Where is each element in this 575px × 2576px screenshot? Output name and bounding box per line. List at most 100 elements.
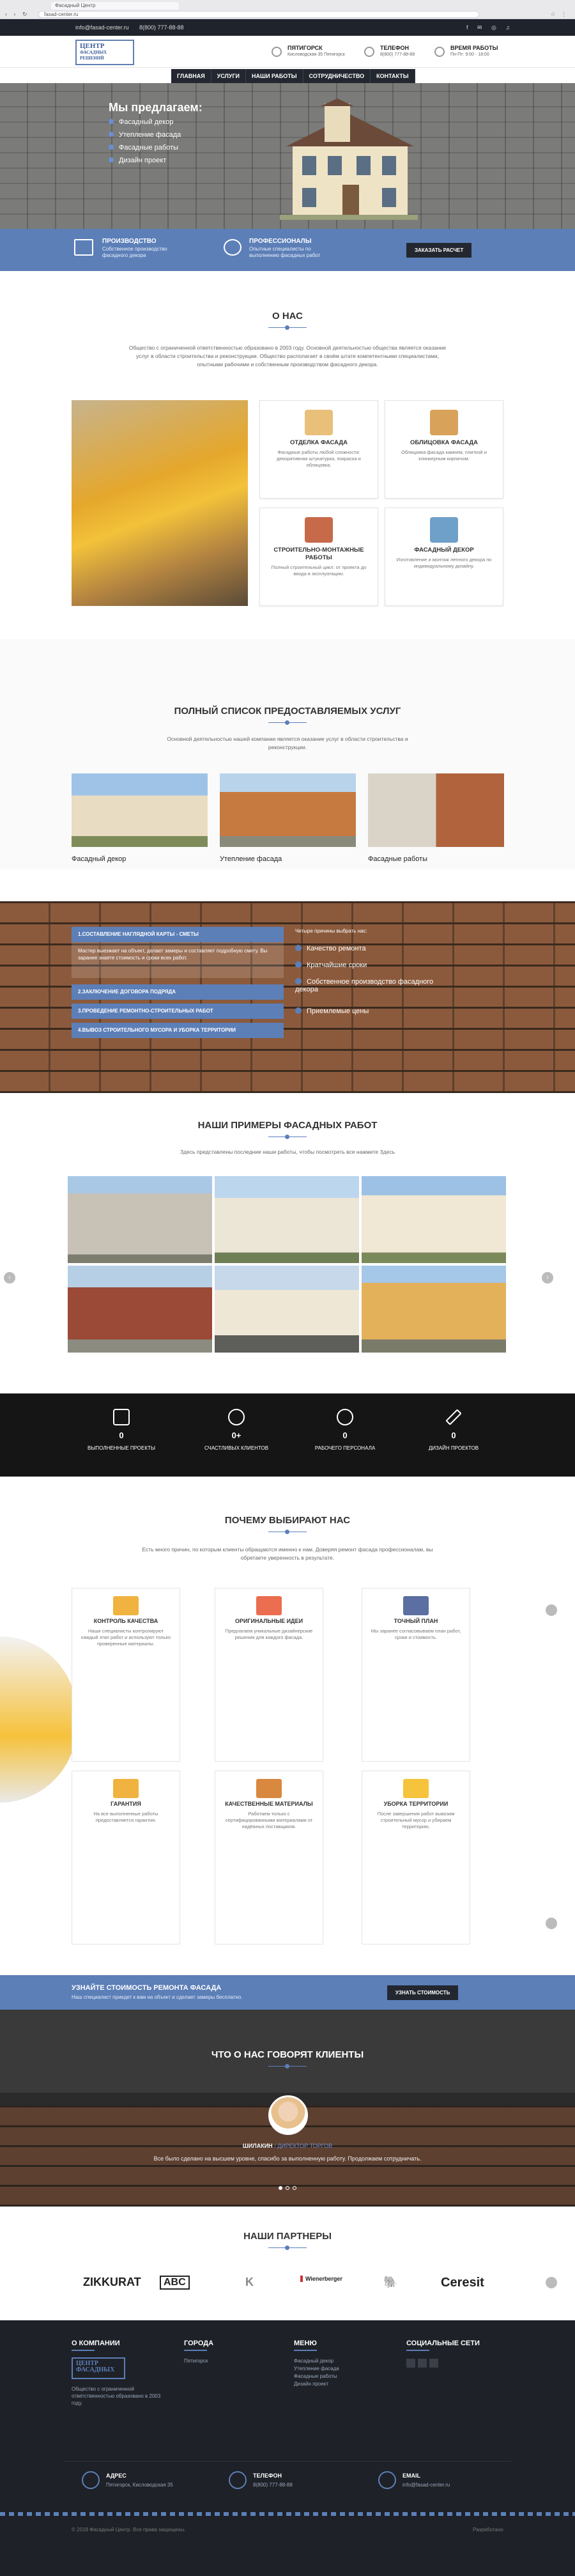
- gallery-image[interactable]: [215, 1266, 359, 1353]
- partner-logo-zikkurat[interactable]: ZIKKURAT: [83, 2276, 141, 2289]
- card-desc: Облицовка фасада камнем, плиткой и клинк…: [401, 449, 487, 462]
- topbar-phone[interactable]: 8(800) 777-88-88: [139, 24, 184, 31]
- gallery-image[interactable]: [68, 1176, 212, 1263]
- footer-menu-link[interactable]: Фасадный декор: [294, 2357, 334, 2364]
- accordion-step-4[interactable]: 4.ВЫВОЗ СТРОИТЕЛЬНОГО МУСОРА И УБОРКА ТЕ…: [72, 1023, 284, 1038]
- testimonial-pager[interactable]: [279, 2186, 298, 2191]
- footer-address-heading: АДРЕС: [106, 2472, 126, 2479]
- feature-production-title: ПРОИЗВОДСТВО: [102, 238, 157, 245]
- service-image-facade[interactable]: [368, 773, 504, 847]
- why-card-title: КОНТРОЛЬ КАЧЕСТВА: [93, 1618, 158, 1624]
- cta-title: УЗНАЙТЕ СТОИМОСТЬ РЕМОНТА ФАСАДА: [72, 1984, 222, 1992]
- instagram-icon[interactable]: [429, 2359, 438, 2368]
- browser-menu-icon[interactable]: ☆ ⋮: [550, 11, 569, 18]
- idea-icon: [256, 1596, 282, 1615]
- footer-menu-link[interactable]: Фасадные работы: [294, 2373, 337, 2380]
- accordion-step-3[interactable]: 3.ПРОВЕДЕНИЕ РЕМОНТНО-СТРОИТЕЛЬНЫХ РАБОТ: [72, 1004, 284, 1019]
- warning-sign-icon: [403, 1779, 429, 1798]
- scroll-up-button[interactable]: [546, 1604, 557, 1616]
- feature-professionals-title: ПРОФЕССИОНАЛЫ: [249, 238, 312, 245]
- service-label[interactable]: Утепление фасада: [220, 855, 282, 863]
- social-icons[interactable]: f ✉ ◎ ♫: [466, 24, 514, 31]
- about-title: О НАС: [272, 311, 303, 322]
- hero-item: Дизайн проект: [109, 157, 203, 164]
- logo-line-3: РЕШЕНИЙ: [80, 56, 104, 61]
- feature-production: ПРОИЗВОДСТВО Собственное производство фа…: [102, 238, 192, 259]
- why-card: ГАРАНТИЯ На все выполненные работы предо…: [72, 1771, 180, 1944]
- gallery-image[interactable]: [362, 1266, 506, 1353]
- nav-item-home[interactable]: ГЛАВНАЯ: [171, 69, 211, 83]
- gallery-prev-button[interactable]: ‹: [4, 1272, 15, 1284]
- service-label[interactable]: Фасадный декор: [72, 855, 126, 863]
- partner-logo-abc[interactable]: ABC: [160, 2276, 190, 2290]
- card-desc: Полный строительный цикл: от проекта до …: [271, 564, 367, 577]
- service-image-insulation[interactable]: [220, 773, 356, 847]
- service-card[interactable]: ОТДЕЛКА ФАСАДА Фасадные работы любой сло…: [259, 400, 378, 499]
- check-item: Собственное производство фасадного декор…: [295, 978, 448, 993]
- partner-logo-k[interactable]: K: [245, 2276, 254, 2289]
- nav-item-works[interactable]: НАШИ РАБОТЫ: [246, 69, 303, 83]
- compass-icon: [403, 1596, 429, 1615]
- why-card: ТОЧНЫЙ ПЛАН Мы заранее согласовываем пла…: [362, 1588, 470, 1762]
- service-card[interactable]: ОБЛИЦОВКА ФАСАДА Облицовка фасада камнем…: [385, 400, 503, 499]
- nav-item-cooperation[interactable]: СОТРУДНИЧЕСТВО: [303, 69, 371, 83]
- footer-menu-link[interactable]: Утепление фасада: [294, 2365, 339, 2372]
- helmet-image: [0, 1636, 77, 1803]
- scroll-up-button[interactable]: [546, 2277, 557, 2288]
- city-sub: Кисловодская 35 Пятигорск: [288, 52, 345, 57]
- get-price-button[interactable]: УЗНАТЬ СТОИМОСТЬ: [387, 1985, 459, 2000]
- footer-email[interactable]: info@fasad-center.ru: [402, 2481, 450, 2488]
- footer-phone[interactable]: 8(800) 777-88-88: [253, 2481, 293, 2488]
- hero-item: Утепление фасада: [109, 131, 203, 139]
- gallery-next-button[interactable]: ›: [542, 1272, 553, 1284]
- accordion-step-1[interactable]: 1.СОСТАВЛЕНИЕ НАГЛЯДНОЙ КАРТЫ - СМЕТЫ: [72, 927, 284, 942]
- bricks-icon: [256, 1779, 282, 1798]
- gallery-text[interactable]: Здесь представлены последние наши работы…: [128, 1148, 447, 1156]
- footer-underline: [184, 2350, 207, 2351]
- nav-item-contacts[interactable]: КОНТАКТЫ: [371, 69, 415, 83]
- service-card[interactable]: СТРОИТЕЛЬНО-МОНТАЖНЫЕ РАБОТЫ Полный стро…: [259, 508, 378, 606]
- partner-logo-wienerberger[interactable]: Wienerberger: [300, 2276, 358, 2282]
- city-title: ПЯТИГОРСК: [288, 45, 323, 51]
- gallery-image[interactable]: [68, 1266, 212, 1353]
- worker-image: [72, 400, 248, 606]
- developer-link[interactable]: Разработано: [473, 2526, 503, 2533]
- service-image-decor[interactable]: [72, 773, 208, 847]
- counter-value: 0: [451, 1431, 456, 1440]
- partner-logo-elephant[interactable]: 🐘: [383, 2276, 397, 2289]
- why-text: Есть много причин, по которым клиенты об…: [142, 1546, 433, 1561]
- address-bar[interactable]: fasad-center.ru: [38, 11, 479, 18]
- partner-logo-ceresit[interactable]: Ceresit: [441, 2276, 484, 2290]
- check-item: Приемлемые цены: [295, 1007, 369, 1015]
- worker-icon: [113, 1596, 139, 1615]
- phone-sub[interactable]: 8(800) 777-88-88: [380, 52, 415, 57]
- nav-item-services[interactable]: УСЛУГИ: [211, 69, 247, 83]
- footer-menu-link[interactable]: Дизайн проект: [294, 2380, 328, 2387]
- browser-tab[interactable]: Фасадный Центр: [51, 2, 179, 10]
- accordion-step-2[interactable]: 2.ЗАКЛЮЧЕНИЕ ДОГОВОРА ПОДРЯДА: [72, 984, 284, 1000]
- service-label[interactable]: Фасадные работы: [368, 855, 427, 863]
- counter-value: 0+: [231, 1431, 241, 1440]
- site-logo[interactable]: ЦЕНТР ФАСАДНЫХ РЕШЕНИЙ: [75, 40, 134, 65]
- cta-strip: УЗНАЙТЕ СТОИМОСТЬ РЕМОНТА ФАСАДА Наш спе…: [0, 1975, 575, 2010]
- footer-menu-heading: МЕНЮ: [294, 2339, 317, 2347]
- services-text: Основной деятельностью нашей компании яв…: [167, 736, 408, 750]
- counter-label: СЧАСТЛИВЫХ КЛИЕНТОВ: [204, 1445, 269, 1451]
- scroll-up-button[interactable]: [546, 1918, 557, 1929]
- hours-sub: Пн-Пт: 9:00 - 18:00: [450, 52, 489, 57]
- footer-logo[interactable]: ЦЕНТР ФАСАДНЫХ: [72, 2357, 125, 2379]
- card-title: СТРОИТЕЛЬНО-МОНТАЖНЫЕ РАБОТЫ: [273, 547, 364, 561]
- vk-icon[interactable]: [406, 2359, 415, 2368]
- gallery-image[interactable]: [215, 1176, 359, 1263]
- gallery-image[interactable]: [362, 1176, 506, 1263]
- header-phone: ТЕЛЕФОН 8(800) 777-88-88: [380, 45, 415, 57]
- facebook-icon[interactable]: [418, 2359, 427, 2368]
- footer-city-link[interactable]: Пятигорск: [184, 2357, 208, 2364]
- footer-cities-heading: ГОРОДА: [184, 2339, 214, 2347]
- topbar-email[interactable]: info@fasad-center.ru: [75, 24, 129, 31]
- service-card[interactable]: ФАСАДНЫЙ ДЕКОР Изготовление и монтаж леп…: [385, 508, 503, 606]
- phone-icon: [364, 47, 374, 57]
- why-card-desc: Мы заранее согласовываем план работ, сро…: [371, 1628, 461, 1640]
- order-calc-button[interactable]: ЗАКАЗАТЬ РАСЧЕТ: [406, 243, 472, 258]
- why-title: ПОЧЕМУ ВЫБИРАЮТ НАС: [224, 1515, 351, 1526]
